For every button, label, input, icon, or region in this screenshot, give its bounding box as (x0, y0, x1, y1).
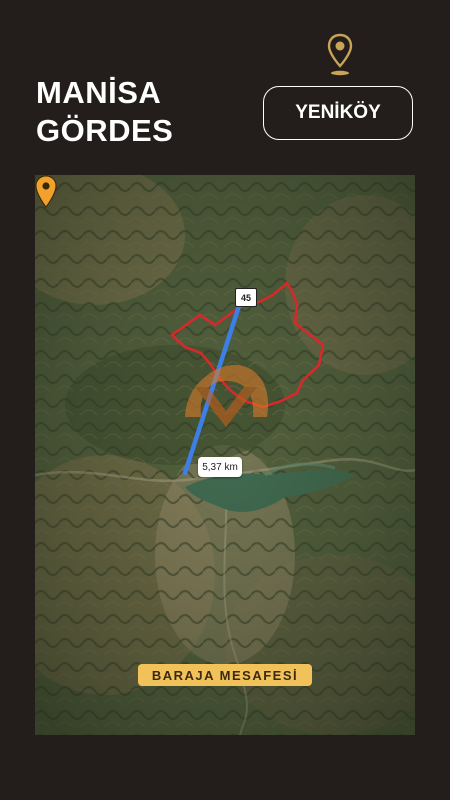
road-number-badge: 45 (235, 288, 257, 307)
neighborhood-button[interactable]: YENİKÖY (263, 86, 413, 140)
map-terrain (35, 175, 415, 735)
location-pin-icon (327, 33, 353, 76)
location-pin-icon (35, 175, 57, 208)
satellite-map[interactable]: 45 5,37 km BARAJA MESAFESİ (35, 175, 415, 735)
district-name: GÖRDES (36, 113, 174, 148)
city-name: MANİSA (36, 75, 162, 110)
dam-distance-caption: BARAJA MESAFESİ (138, 664, 312, 686)
distance-label: 5,37 km (198, 457, 242, 477)
location-title: MANİSA GÖRDES (36, 74, 173, 150)
